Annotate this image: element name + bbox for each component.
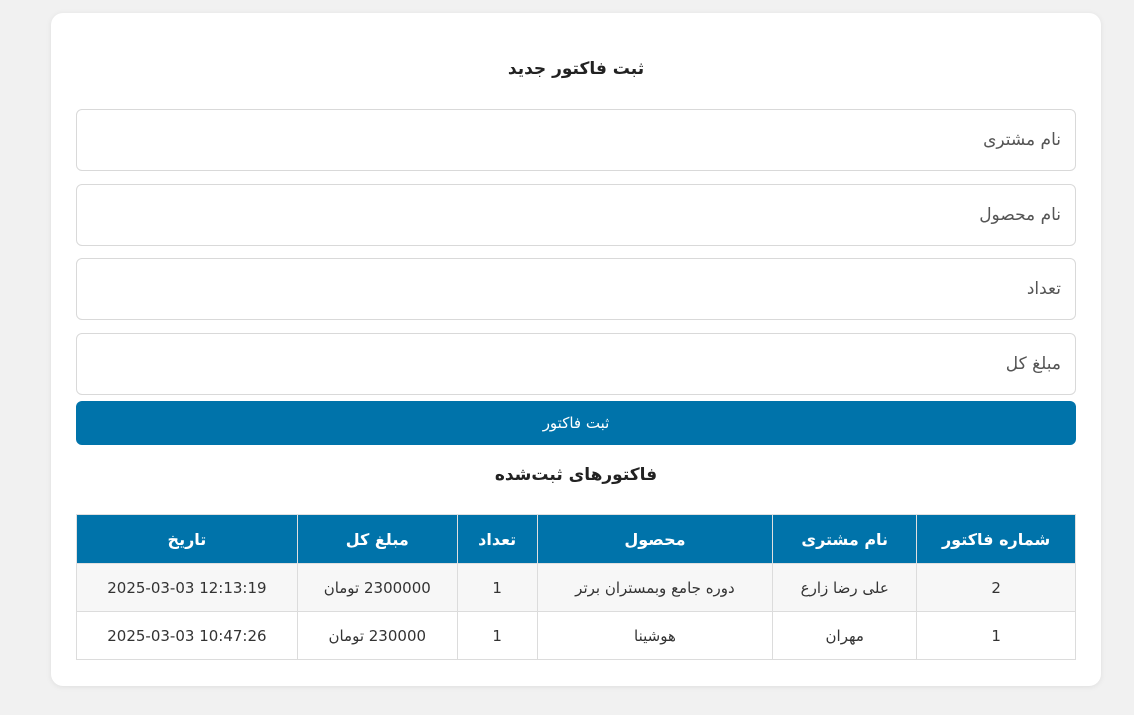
quantity-input[interactable]: [76, 258, 1076, 320]
invoice-card: ثبت فاکتور جدید ثبت فاکتور فاکتورهای ثبت…: [51, 13, 1101, 686]
column-header-total: مبلغ کل: [296, 514, 458, 564]
cell-invoice-number: 2: [916, 563, 1076, 612]
table-header-row: شماره فاکتور نام مشتری محصول تعداد مبلغ …: [76, 514, 1076, 564]
cell-customer: علی رضا زارع: [772, 563, 918, 612]
cell-total: 2300000 تومان: [296, 563, 458, 612]
cell-quantity: 1: [456, 563, 538, 612]
cell-total: 230000 تومان: [296, 611, 458, 660]
column-header-product: محصول: [536, 514, 774, 564]
column-header-quantity: تعداد: [456, 514, 538, 564]
cell-customer: مهران: [772, 611, 918, 660]
invoices-title: فاکتورهای ثبت‌شده: [494, 465, 658, 485]
product-name-input[interactable]: [76, 184, 1076, 246]
invoices-table: شماره فاکتور نام مشتری محصول تعداد مبلغ …: [76, 514, 1076, 660]
cell-date: 2025-03-03 12:13:19: [76, 563, 298, 612]
table-row: 2 علی رضا زارع دوره جامع وبمستران برتر 1…: [76, 563, 1076, 612]
cell-product: دوره جامع وبمستران برتر: [536, 563, 774, 612]
form-title: ثبت فاکتور جدید: [507, 59, 645, 79]
total-amount-input[interactable]: [76, 333, 1076, 395]
submit-invoice-button[interactable]: ثبت فاکتور: [76, 401, 1076, 445]
column-header-customer: نام مشتری: [772, 514, 918, 564]
cell-invoice-number: 1: [916, 611, 1076, 660]
column-header-invoice-number: شماره فاکتور: [916, 514, 1076, 564]
table-row: 1 مهران هوشینا 1 230000 تومان 2025-03-03…: [76, 611, 1076, 660]
cell-quantity: 1: [456, 611, 538, 660]
customer-name-input[interactable]: [76, 109, 1076, 171]
cell-product: هوشینا: [536, 611, 774, 660]
column-header-date: تاریخ: [76, 514, 298, 564]
cell-date: 2025-03-03 10:47:26: [76, 611, 298, 660]
